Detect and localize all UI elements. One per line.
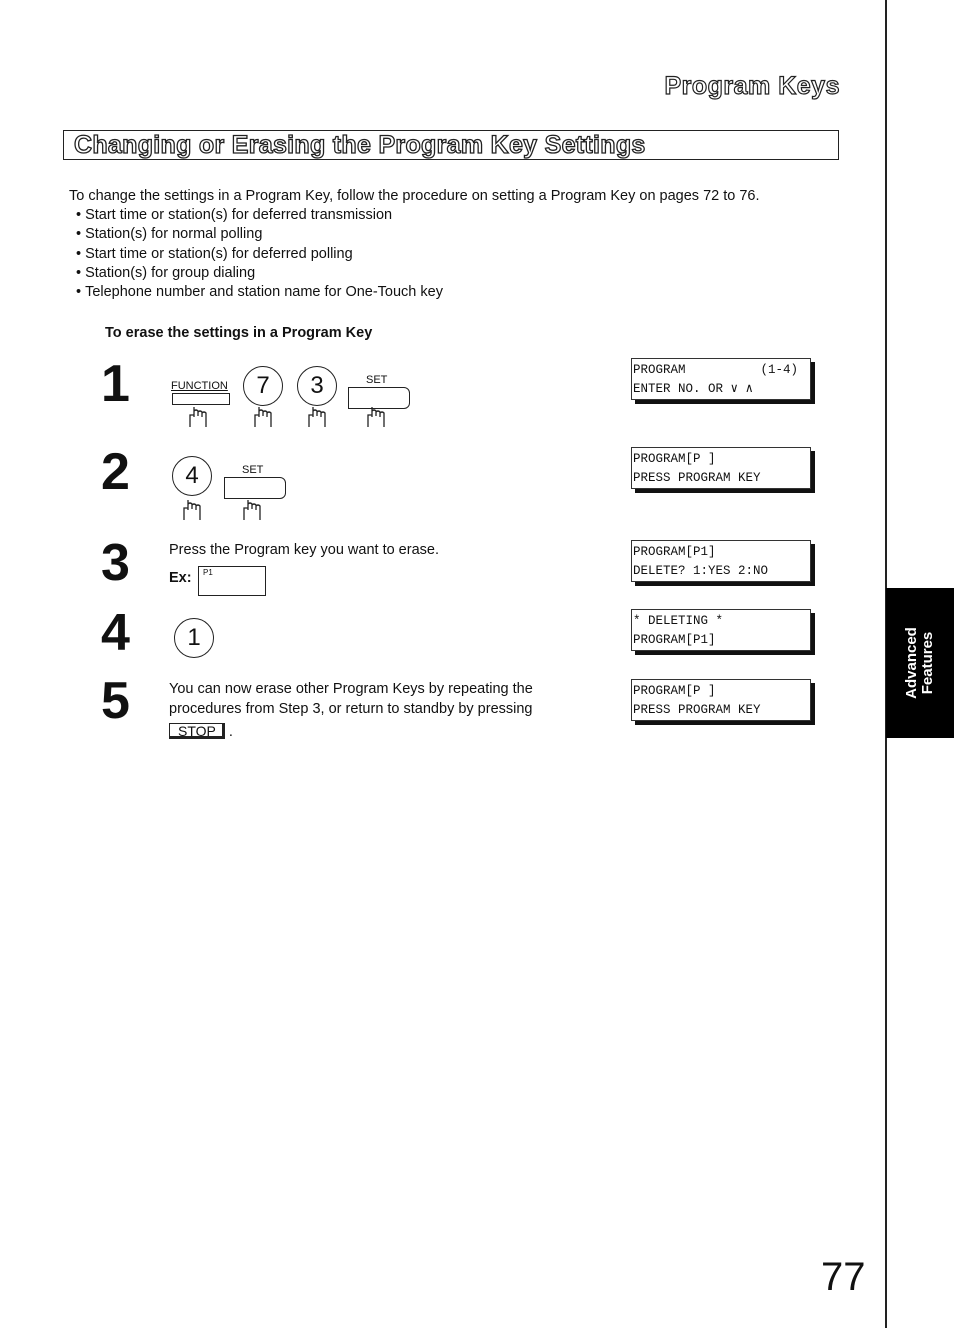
list-item: Station(s) for group dialing [76, 264, 443, 283]
list-item: Start time or station(s) for deferred po… [76, 245, 443, 264]
lcd-line: PRESS PROGRAM KEY [633, 471, 761, 485]
lcd-line: PROGRAM[P1] [633, 633, 716, 647]
chapter-tab-line: Advanced [903, 627, 920, 699]
step-text-line: You can now erase other Program Keys by … [169, 681, 533, 697]
lcd-display: * DELETING * PROGRAM[P1] [631, 609, 811, 651]
lcd-line: PROGRAM[P ] [633, 684, 716, 698]
lcd-line: PROGRAM (1-4) [633, 363, 799, 377]
press-hand-icon [308, 406, 326, 427]
step-number: 3 [101, 534, 130, 592]
intro-text: To change the settings in a Program Key,… [69, 188, 760, 204]
key-7[interactable]: 7 [243, 366, 283, 406]
step-number: 5 [101, 672, 130, 730]
program-key-label: P1 [203, 568, 213, 577]
chapter-tab-label: Advanced Features [903, 627, 936, 699]
chapter-tab[interactable]: Advanced Features [886, 588, 954, 738]
list-item: Telephone number and station name for On… [76, 283, 443, 302]
lcd-line: * DELETING * [633, 614, 724, 628]
lcd-display: PROGRAM (1-4) ENTER NO. OR ∨ ∧ [631, 358, 811, 400]
heading-box: Changing or Erasing the Program Key Sett… [63, 130, 839, 160]
stop-line: STOP . [169, 723, 533, 743]
lcd-display: PROGRAM[P ] PRESS PROGRAM KEY [631, 679, 811, 721]
example-label: Ex: [169, 570, 192, 586]
settings-list: Start time or station(s) for deferred tr… [76, 206, 443, 302]
section-title: Program Keys [664, 71, 840, 100]
step-number: 1 [101, 355, 130, 413]
press-hand-icon [367, 406, 385, 427]
lcd-display: PROGRAM[P1] DELETE? 1:YES 2:NO [631, 540, 811, 582]
lcd-line: PRESS PROGRAM KEY [633, 703, 761, 717]
list-item: Station(s) for normal polling [76, 225, 443, 244]
function-key[interactable] [172, 393, 230, 405]
set-key-label: SET [366, 374, 388, 386]
subheading: To erase the settings in a Program Key [105, 325, 373, 341]
page-number: 77 [821, 1255, 866, 1299]
page-heading: Changing or Erasing the Program Key Sett… [73, 130, 646, 159]
step-instruction: You can now erase other Program Keys by … [169, 680, 533, 743]
function-key-label: FUNCTION [171, 380, 228, 392]
press-hand-icon [243, 499, 261, 520]
set-key-label: SET [242, 464, 264, 476]
lcd-line: PROGRAM[P1] [633, 545, 716, 559]
press-hand-icon [254, 406, 272, 427]
step-number: 4 [101, 604, 130, 662]
trailing-period: . [228, 724, 233, 740]
step-instruction: Press the Program key you want to erase. [169, 542, 439, 558]
step-number: 2 [101, 443, 130, 501]
key-3[interactable]: 3 [297, 366, 337, 406]
key-4[interactable]: 4 [172, 456, 212, 496]
key-1[interactable]: 1 [174, 618, 214, 658]
stop-key[interactable]: STOP [169, 723, 225, 739]
lcd-line: ENTER NO. OR ∨ ∧ [633, 382, 754, 396]
lcd-display: PROGRAM[P ] PRESS PROGRAM KEY [631, 447, 811, 489]
set-key[interactable] [224, 477, 286, 499]
press-hand-icon [183, 499, 201, 520]
step-text-line: procedures from Step 3, or return to sta… [169, 700, 533, 717]
list-item: Start time or station(s) for deferred tr… [76, 206, 443, 225]
chapter-tab-line: Features [919, 631, 936, 695]
lcd-line: PROGRAM[P ] [633, 452, 716, 466]
press-hand-icon [189, 406, 207, 427]
program-key-p1[interactable]: P1 [198, 566, 266, 596]
lcd-line: DELETE? 1:YES 2:NO [633, 564, 769, 578]
